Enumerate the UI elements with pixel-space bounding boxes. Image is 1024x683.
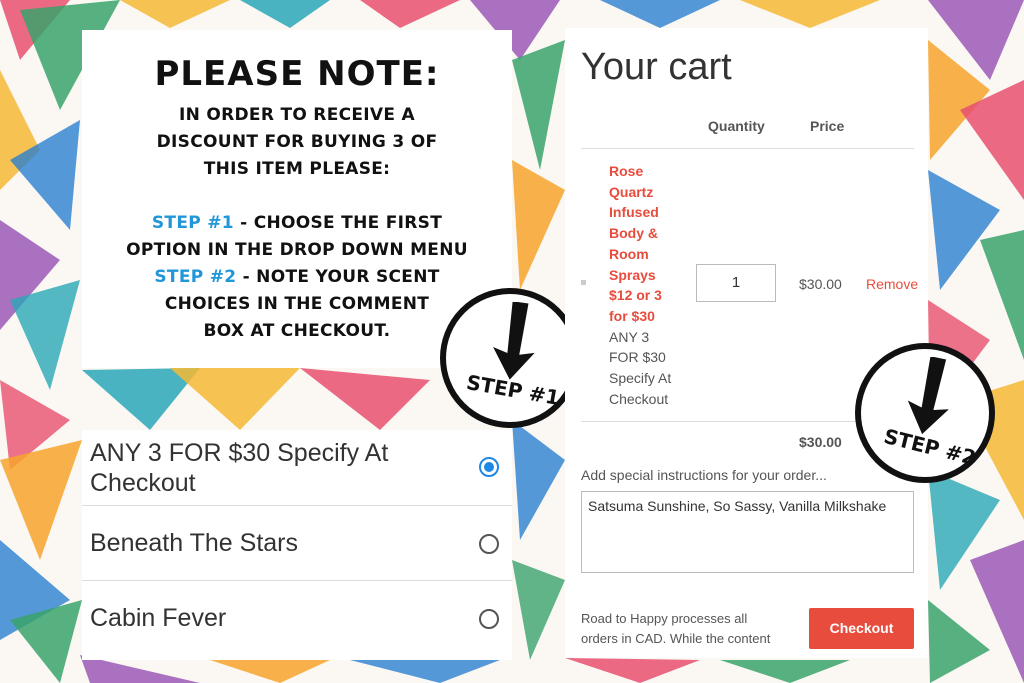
currency-notice: Road to Happy processes all orders in CA… — [581, 611, 771, 646]
option-label: ANY 3 FOR $30 Specify At Checkout — [90, 439, 389, 497]
divider — [581, 148, 914, 149]
step2-text: - Note your scent — [236, 267, 440, 287]
step2-badge: STEP #2 — [855, 343, 995, 483]
step2-line: Step #2 - Note your scent — [82, 264, 512, 291]
step1-badge: STEP #1 — [440, 288, 580, 428]
step2-label: Step #2 — [154, 267, 237, 287]
subtotal-value: $30.00 — [799, 434, 842, 450]
step1-line-2: option in the drop down menu — [126, 240, 468, 260]
arrow-down-icon — [907, 357, 949, 435]
option-label: Beneath The Stars — [90, 529, 299, 557]
option-label: Cabin Fever — [90, 604, 227, 632]
quantity-input[interactable]: 1 — [696, 264, 776, 302]
step1-line: Step #1 - Choose the first — [82, 210, 512, 237]
checkout-button[interactable]: Checkout — [809, 608, 914, 649]
note-title: Please note: — [154, 54, 440, 94]
step1-text: - Choose the first — [233, 213, 443, 233]
quantity-column-header: Quantity — [708, 118, 765, 134]
price-column-header: Price — [810, 118, 845, 134]
product-name-link[interactable]: Rose Quartz Infused Body & Room Sprays $… — [609, 161, 689, 327]
instructions-label: Add special instructions for your order.… — [581, 467, 827, 483]
note-line-3: this item please: — [203, 159, 391, 179]
note-card: Please note: In order to receive a disco… — [82, 30, 512, 368]
step1-label: Step #1 — [151, 213, 234, 233]
note-line-1: In order to receive a — [179, 105, 415, 125]
option-beneath-the-stars[interactable]: Beneath The Stars — [82, 506, 512, 581]
option-cabin-fever[interactable]: Cabin Fever — [82, 581, 512, 660]
cart-item-details: Rose Quartz Infused Body & Room Sprays $… — [609, 161, 689, 409]
cart-panel: Your cart Quantity Price Rose Quartz Inf… — [565, 28, 928, 658]
step2-line-2: choices in the comment — [164, 294, 430, 314]
item-price: $30.00 — [799, 276, 842, 292]
option-any-3[interactable]: ANY 3 FOR $30 Specify At Checkout — [82, 430, 512, 506]
radio-selected[interactable] — [479, 457, 499, 477]
radio-unselected[interactable] — [479, 534, 499, 554]
product-variant: ANY 3 FOR $30 Specify At Checkout — [609, 328, 672, 407]
product-thumbnail[interactable] — [581, 280, 586, 285]
special-instructions-textarea[interactable]: Satsuma Sunshine, So Sassy, Vanilla Milk… — [581, 491, 914, 573]
arrow-down-icon — [493, 302, 535, 380]
radio-unselected[interactable] — [479, 609, 499, 629]
variant-options-list: ANY 3 FOR $30 Specify At Checkout Beneat… — [82, 430, 512, 660]
remove-link[interactable]: Remove — [866, 276, 918, 292]
note-line-2: discount for buying 3 of — [156, 132, 438, 152]
cart-title: Your cart — [581, 46, 732, 88]
